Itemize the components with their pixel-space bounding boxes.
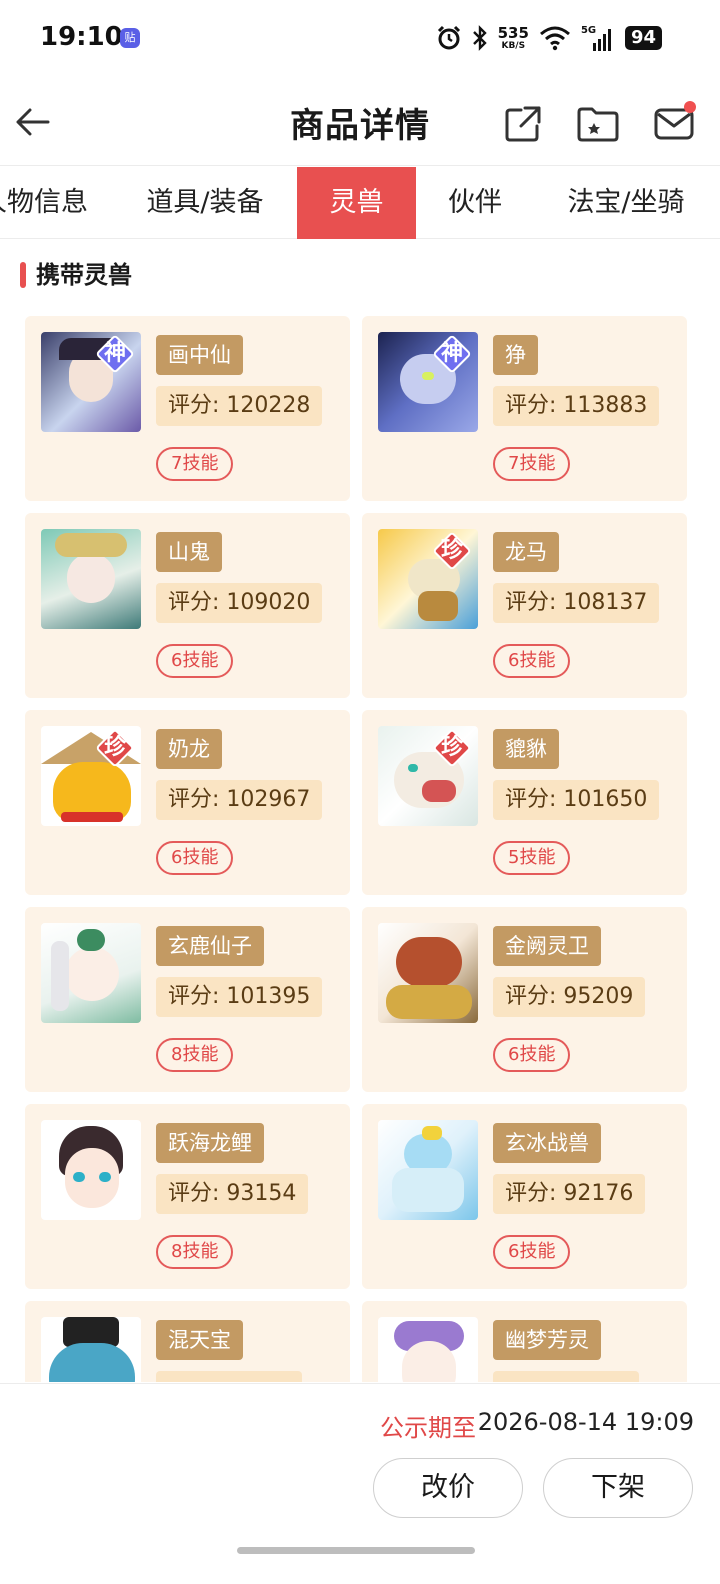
signal-icon	[592, 29, 611, 51]
beast-name: 龙马	[493, 532, 559, 572]
delist-button[interactable]: 下架	[543, 1458, 693, 1518]
beast-card[interactable]: 神 画中仙 评分: 120228 7技能	[25, 316, 350, 501]
beast-score: 评分: 102967	[156, 780, 323, 820]
beast-score: 评分: 101650	[493, 780, 660, 820]
beast-card[interactable]: 珍 龙马 评分: 108137 6技能	[362, 513, 687, 698]
app-header: 商品详情	[0, 80, 720, 166]
rarity-badge-text: 神	[440, 341, 463, 366]
net-speed-value: 535	[497, 23, 529, 42]
beast-name: 狰	[493, 335, 538, 375]
beast-score: 评分: 95209	[493, 977, 646, 1017]
section-title: 携带灵兽	[20, 258, 132, 292]
notification-dot	[684, 101, 696, 113]
tab-bar: 人物信息 道具/装备 灵兽 伙伴 法宝/坐骑	[0, 167, 720, 239]
skill-count-tag: 6技能	[493, 644, 571, 678]
skill-count-tag: 6技能	[156, 841, 234, 875]
share-icon[interactable]	[501, 102, 545, 146]
beast-score: 评分: 93154	[156, 1174, 309, 1214]
tab-character-info[interactable]: 人物信息	[0, 167, 102, 239]
beast-score: 评分: 113883	[493, 386, 660, 426]
rarity-badge-icon: 神	[95, 334, 135, 374]
favorite-folder-icon[interactable]	[576, 102, 620, 146]
beast-avatar	[41, 1120, 141, 1220]
battery-indicator: 94	[624, 26, 662, 50]
status-time: 19:10	[40, 22, 123, 52]
beast-name: 奶龙	[156, 729, 222, 769]
beast-card[interactable]: 混天宝	[25, 1301, 350, 1382]
status-icons: 535 KB/S 5G 94	[436, 22, 662, 54]
change-price-button[interactable]: 改价	[373, 1458, 523, 1518]
beast-card[interactable]: 珍 奶龙 评分: 102967 6技能	[25, 710, 350, 895]
skill-count-tag: 8技能	[156, 1038, 234, 1072]
app-notification-icon: 贴	[120, 28, 140, 48]
beast-score: 评分: 108137	[493, 583, 660, 623]
beast-score	[493, 1371, 639, 1382]
skill-count-tag: 7技能	[156, 447, 234, 481]
status-bar: 19:10 贴 535 KB/S 5G 94	[0, 0, 720, 80]
rarity-badge-text: 珍	[103, 735, 126, 760]
beast-avatar	[41, 923, 141, 1023]
rarity-badge-icon: 珍	[432, 728, 472, 768]
tab-partners[interactable]: 伙伴	[430, 167, 520, 239]
tab-spirit-beasts[interactable]: 灵兽	[297, 167, 416, 239]
beast-grid: 神 画中仙 评分: 120228 7技能 神 狰 评分: 113883 7技能 …	[0, 300, 720, 1382]
tab-items-equipment[interactable]: 道具/装备	[130, 167, 280, 239]
rarity-badge-icon: 神	[432, 334, 472, 374]
beast-card[interactable]: 珍 貔貅 评分: 101650 5技能	[362, 710, 687, 895]
beast-name: 跃海龙鲤	[156, 1123, 264, 1163]
net-speed-unit: KB/S	[501, 40, 526, 51]
signal-indicator: 5G	[581, 25, 615, 51]
publicity-date: 2026-08-14 19:09	[477, 1408, 694, 1436]
skill-count-tag: 5技能	[493, 841, 571, 875]
beast-avatar	[378, 1317, 478, 1382]
skill-count-tag: 6技能	[156, 644, 234, 678]
rarity-badge-text: 珍	[440, 735, 463, 760]
home-indicator[interactable]	[237, 1547, 475, 1554]
beast-name: 混天宝	[156, 1320, 243, 1360]
rarity-badge-icon: 珍	[432, 531, 472, 571]
beast-card[interactable]: 山鬼 评分: 109020 6技能	[25, 513, 350, 698]
beast-card[interactable]: 幽梦芳灵	[362, 1301, 687, 1382]
beast-avatar	[41, 1317, 141, 1382]
beast-name: 貔貅	[493, 729, 559, 769]
skill-count-tag: 6技能	[493, 1038, 571, 1072]
beast-card[interactable]: 玄鹿仙子 评分: 101395 8技能	[25, 907, 350, 1092]
beast-name: 玄冰战兽	[493, 1123, 601, 1163]
beast-score	[156, 1371, 302, 1382]
beast-card[interactable]: 玄冰战兽 评分: 92176 6技能	[362, 1104, 687, 1289]
rarity-badge-text: 神	[103, 341, 126, 366]
alarm-icon	[437, 25, 460, 50]
beast-name: 画中仙	[156, 335, 243, 375]
beast-name: 金阙灵卫	[493, 926, 601, 966]
beast-score: 评分: 120228	[156, 386, 323, 426]
beast-score: 评分: 92176	[493, 1174, 646, 1214]
beast-avatar	[378, 1120, 478, 1220]
bluetooth-icon	[472, 25, 487, 51]
wifi-icon	[539, 26, 570, 51]
skill-count-tag: 8技能	[156, 1235, 234, 1269]
tab-treasures-mounts[interactable]: 法宝/坐骑	[553, 167, 699, 239]
beast-name: 山鬼	[156, 532, 222, 572]
beast-name: 玄鹿仙子	[156, 926, 264, 966]
skill-count-tag: 6技能	[493, 1235, 571, 1269]
rarity-badge-text: 珍	[440, 538, 463, 563]
beast-score: 评分: 101395	[156, 977, 323, 1017]
net-speed: 535 KB/S	[497, 23, 529, 51]
beast-name: 幽梦芳灵	[493, 1320, 601, 1360]
beast-card[interactable]: 神 狰 评分: 113883 7技能	[362, 316, 687, 501]
beast-avatar	[378, 923, 478, 1023]
publicity-label: 公示期至	[380, 1414, 476, 1442]
beast-avatar	[41, 529, 141, 629]
beast-card[interactable]: 金阙灵卫 评分: 95209 6技能	[362, 907, 687, 1092]
beast-score: 评分: 109020	[156, 583, 323, 623]
rarity-badge-icon: 珍	[95, 728, 135, 768]
skill-count-tag: 7技能	[493, 447, 571, 481]
beast-card[interactable]: 跃海龙鲤 评分: 93154 8技能	[25, 1104, 350, 1289]
